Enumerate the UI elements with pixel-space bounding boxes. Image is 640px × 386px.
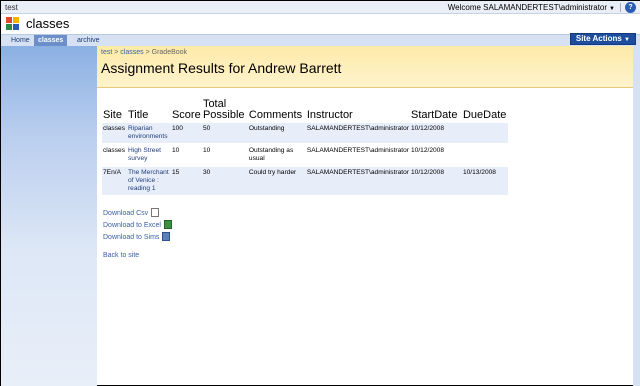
welcome-text: Welcome SALAMANDERTEST\administrator	[447, 3, 608, 12]
logo-square	[6, 17, 12, 23]
cell-startdate: 10/12/2008	[410, 123, 462, 143]
cell-total: 30	[201, 167, 248, 195]
cell-instructor: SALAMANDERTEST\administrator	[305, 123, 410, 143]
top-nav: Home classes archive	[1, 34, 640, 46]
download-sims-label: Download to Sims	[103, 234, 160, 241]
results-table: Site Title Score Total Possible Comments…	[102, 97, 508, 197]
download-excel-link[interactable]: Download to Excel	[103, 220, 172, 229]
window: test Welcome SALAMANDERTEST\administrato…	[0, 0, 640, 386]
breadcrumb-item-classes[interactable]: classes	[120, 49, 143, 56]
breadcrumb-separator: >	[114, 49, 119, 56]
column-header-total-possible: Total Possible	[202, 98, 245, 121]
tab-home[interactable]: Home	[7, 35, 34, 46]
logo-square	[6, 24, 12, 30]
column-header-score: Score	[171, 109, 201, 121]
cell-comments: Could try harder	[247, 167, 306, 195]
cell-duedate: 10/13/2008	[461, 167, 508, 195]
help-icon[interactable]: ?	[625, 2, 636, 13]
chevron-down-icon: ▼	[624, 37, 630, 43]
logo-square	[13, 24, 19, 30]
back-to-site-link[interactable]: Back to site	[103, 252, 139, 259]
breadcrumb-item-test[interactable]: test	[101, 49, 112, 56]
tab-classes[interactable]: classes	[34, 35, 68, 46]
breadcrumb-item-gradebook: GradeBook	[151, 49, 188, 56]
cell-title: High Street survey	[127, 147, 161, 162]
cell-instructor: SALAMANDERTEST\administrator	[306, 147, 409, 154]
column-header-instructor: Instructor	[306, 109, 353, 121]
table-row: classes High Street survey 10 10 Outstan…	[102, 145, 508, 165]
cell-site: classes	[102, 123, 127, 143]
cell-site: classes	[103, 147, 125, 154]
cell-comments: Outstanding	[247, 123, 306, 143]
welcome-menu[interactable]: Welcome SALAMANDERTEST\administrator ▼	[448, 3, 615, 12]
site-title-bar: classes	[1, 14, 640, 34]
table-header-row: Site Title Score Total Possible Comments…	[102, 99, 508, 121]
divider	[620, 3, 621, 12]
cell-startdate: 10/12/2008	[410, 167, 462, 195]
page-header: test > classes > GradeBook Assignment Re…	[97, 46, 633, 88]
cell-instructor: SALAMANDERTEST\administrator	[305, 167, 410, 195]
column-header-comments: Comments	[248, 109, 303, 121]
column-header-title: Title	[127, 109, 149, 121]
cell-duedate	[461, 123, 508, 143]
cell-comments: Outstanding as usual	[248, 147, 294, 162]
logo-square	[13, 17, 19, 23]
global-top-bar: test Welcome SALAMANDERTEST\administrato…	[1, 1, 640, 14]
cell-title: The Merchant of Venice : reading 1	[126, 167, 171, 195]
download-sims-link[interactable]: Download to Sims	[103, 232, 171, 241]
chevron-down-icon: ▼	[609, 6, 615, 12]
parent-site-link[interactable]: test	[5, 3, 18, 12]
breadcrumb-separator: >	[145, 49, 150, 56]
cell-total: 10	[202, 147, 211, 154]
table-row: classes Riparian environments 100 50 Out…	[102, 123, 508, 143]
tab-archive[interactable]: archive	[73, 35, 104, 46]
column-header-duedate: DueDate	[462, 109, 507, 121]
cell-score: 10	[171, 147, 180, 154]
download-excel-label: Download to Excel	[103, 222, 161, 229]
left-navigation-pane	[1, 46, 97, 386]
table-row: 7En/A The Merchant of Venice : reading 1…	[102, 167, 508, 195]
cell-site: 7En/A	[102, 167, 127, 195]
page-title: Assignment Results for Andrew Barrett	[101, 60, 342, 76]
site-actions-button[interactable]: Site Actions ▼	[569, 33, 636, 45]
download-csv-link[interactable]: Download Csv	[103, 208, 160, 217]
site-logo-icon	[6, 17, 22, 31]
right-border	[633, 46, 640, 386]
sims-icon	[162, 232, 171, 241]
column-header-site: Site	[103, 109, 122, 121]
excel-icon	[163, 220, 172, 229]
download-csv-label: Download Csv	[103, 210, 149, 217]
cell-score: 100	[170, 123, 202, 143]
site-actions-label: Site Actions	[575, 34, 622, 43]
breadcrumb: test > classes > GradeBook	[101, 49, 187, 56]
cell-startdate: 10/12/2008	[411, 147, 445, 154]
column-header-startdate: StartDate	[411, 109, 458, 121]
cell-duedate	[462, 145, 508, 165]
cell-score: 15	[170, 167, 202, 195]
cell-total: 50	[201, 123, 248, 143]
csv-file-icon	[151, 208, 160, 217]
cell-title: Riparian environments	[126, 123, 171, 143]
site-title[interactable]: classes	[26, 16, 69, 31]
